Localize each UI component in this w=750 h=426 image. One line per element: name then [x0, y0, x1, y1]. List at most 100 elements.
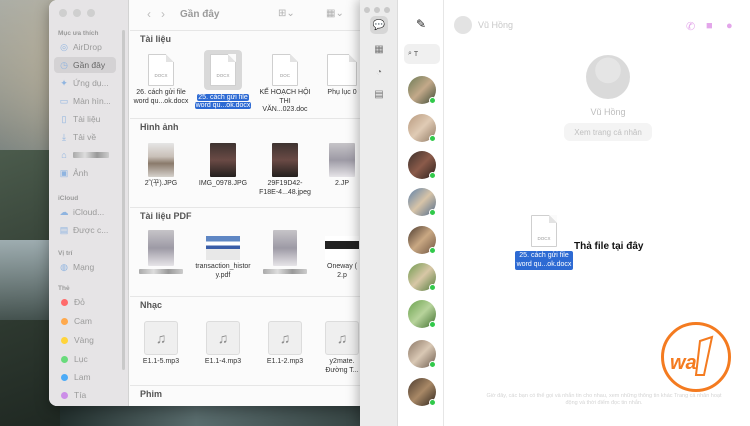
- file-item[interactable]: ♫ E1.1-2.mp3: [256, 321, 314, 367]
- close-button[interactable]: [59, 9, 67, 17]
- desktop-icon: ▭: [59, 95, 69, 106]
- file-item-selected[interactable]: DOCX 25. cách gửi file word qu...ok.docx: [194, 50, 252, 111]
- compose-icon[interactable]: ✎: [416, 17, 426, 31]
- sidebar-item-desktop[interactable]: ▭ Màn hìn...: [54, 93, 116, 109]
- online-indicator: [429, 361, 436, 368]
- view-profile-button[interactable]: Xem trang cá nhân: [564, 123, 652, 141]
- music-note-icon: ♫: [325, 321, 359, 355]
- sidebar-tag-red[interactable]: Đỏ: [54, 294, 116, 310]
- file-item[interactable]: IMG_0978.JPG: [194, 143, 252, 189]
- file-item[interactable]: [132, 230, 190, 278]
- pdf-thumbnail: [325, 236, 359, 260]
- apps-icon: ✦: [60, 77, 68, 88]
- file-item[interactable]: Oneway ( 2.p: [318, 236, 366, 280]
- logo-slash: [694, 335, 714, 376]
- file-item[interactable]: DOC KẾ HOẠCH HỘI THI VĂN...023.doc: [256, 54, 314, 115]
- sidebar-item-label: Cam: [74, 316, 92, 326]
- file-item[interactable]: 29F19D42- F18E-4...48.jpeg: [256, 143, 314, 197]
- chats-icon[interactable]: 💬: [370, 16, 388, 34]
- home-icon: ⌂: [61, 150, 67, 160]
- sidebar-item-downloads[interactable]: ⤓ Tải về: [54, 129, 116, 145]
- online-indicator: [429, 97, 436, 104]
- sidebar-item-label: Gần đây: [73, 60, 106, 70]
- file-name: E1.1-4.mp3: [204, 358, 242, 365]
- minimize-button[interactable]: [374, 7, 380, 13]
- file-item[interactable]: transaction_histor y.pdf: [194, 236, 252, 280]
- file-item[interactable]: 2.JP: [318, 143, 366, 189]
- avatar[interactable]: [454, 16, 472, 34]
- profile-avatar: [586, 55, 630, 99]
- tag-dot-icon: [61, 391, 68, 399]
- file-name: Phụ lục 0: [327, 89, 357, 96]
- sidebar-tag-blue[interactable]: Lam: [54, 369, 116, 385]
- marketplace-icon[interactable]: ▦: [370, 40, 388, 58]
- forward-arrow-icon[interactable]: ›: [156, 7, 170, 21]
- sidebar-item-label: Được c...: [73, 225, 109, 235]
- pdf-thumbnail: [273, 230, 297, 266]
- file-item[interactable]: 2̃ (꾸).JPG: [132, 143, 190, 189]
- file-name: y.pdf: [215, 271, 231, 279]
- phone-icon[interactable]: ✆: [686, 20, 695, 33]
- file-item[interactable]: ♫ E1.1-4.mp3: [194, 321, 252, 367]
- minimize-button[interactable]: [73, 9, 81, 17]
- window-title: Gần đây: [180, 8, 220, 20]
- sidebar-tag-green[interactable]: Lục: [54, 351, 116, 367]
- docx-file-icon: DOCX: [210, 54, 236, 86]
- requests-icon[interactable]: ◔: [370, 63, 388, 81]
- airdrop-icon: ◎: [60, 41, 68, 52]
- image-thumbnail: [148, 143, 174, 177]
- file-name: word qu...ok.docx: [194, 102, 252, 109]
- cloud-icon: ☁: [59, 206, 69, 217]
- sidebar-tag-orange[interactable]: Cam: [54, 313, 116, 329]
- view-grid-icon[interactable]: ⊞⌄: [278, 8, 295, 19]
- zoom-button[interactable]: [87, 9, 95, 17]
- tag-dot-icon: [61, 373, 68, 381]
- sidebar-item-documents[interactable]: ▯ Tài liệu: [54, 111, 116, 127]
- dragged-file[interactable]: DOCX 25. cách gửi file word qu...ok.docx: [514, 215, 574, 270]
- contact-name[interactable]: Vũ Hồng: [478, 20, 513, 30]
- online-indicator: [429, 209, 436, 216]
- docx-file-icon: DOCX: [148, 54, 174, 86]
- tag-dot-icon: [61, 355, 68, 363]
- sidebar-item-label: Tía: [74, 390, 87, 400]
- profile-name: Vũ Hồng: [590, 107, 626, 117]
- search-icon: ⌕: [408, 50, 412, 57]
- sidebar-section-tags: Thẻ: [58, 285, 70, 292]
- sidebar-section-locations: Vị trí: [58, 250, 73, 257]
- sidebar-item-applications[interactable]: ✦ Ứng dụ...: [54, 75, 116, 91]
- spreadsheet-file-icon: [327, 54, 357, 86]
- file-item[interactable]: ♫ E1.1-5.mp3: [132, 321, 190, 367]
- online-indicator: [429, 247, 436, 254]
- document-icon: ▯: [61, 113, 67, 124]
- file-item[interactable]: ♫ y2mate. Đường T...: [318, 321, 366, 375]
- sidebar-item-label: Đỏ: [74, 297, 85, 307]
- sidebar-item-recents[interactable]: ◷ Gần đây: [54, 57, 116, 73]
- video-call-icon[interactable]: ■: [706, 20, 713, 32]
- close-button[interactable]: [364, 7, 370, 13]
- info-icon[interactable]: ●: [726, 20, 733, 32]
- sidebar-item-label: Tài liệu: [73, 114, 101, 124]
- image-thumbnail: [272, 143, 298, 177]
- sidebar-item-label: Ảnh: [73, 168, 89, 178]
- finder-window: Mục ưa thích ◎ AirDrop ◷ Gần đây ✦ Ứng d…: [49, 0, 367, 406]
- back-arrow-icon[interactable]: ‹: [142, 7, 156, 21]
- sidebar-item-home[interactable]: ⌂: [54, 147, 116, 163]
- file-item[interactable]: [256, 230, 314, 278]
- music-note-icon: ♫: [144, 321, 178, 355]
- group-by-icon[interactable]: ▦⌄: [326, 8, 344, 19]
- file-item[interactable]: Phụ lục 0: [318, 54, 366, 98]
- search-input[interactable]: ⌕ T: [404, 44, 440, 64]
- sidebar-tag-purple[interactable]: Tía: [54, 387, 116, 403]
- sidebar-item-photos[interactable]: ▣ Ảnh: [54, 165, 116, 181]
- finder-sidebar: Mục ưa thích ◎ AirDrop ◷ Gần đây ✦ Ứng d…: [49, 0, 129, 406]
- archive-icon[interactable]: ▤: [370, 85, 388, 103]
- sidebar-item-shared[interactable]: ▤ Được c...: [54, 222, 116, 238]
- zoom-button[interactable]: [384, 7, 390, 13]
- tag-dot-icon: [61, 298, 68, 306]
- sidebar-item-network[interactable]: ◍ Mạng: [54, 259, 116, 275]
- sidebar-item-airdrop[interactable]: ◎ AirDrop: [54, 39, 116, 55]
- sidebar-scrollbar[interactable]: [122, 30, 125, 370]
- sidebar-item-icloud-drive[interactable]: ☁ iCloud...: [54, 204, 116, 220]
- file-item[interactable]: DOCX 26. cách gửi file word qu...ok.docx: [132, 54, 190, 106]
- sidebar-tag-yellow[interactable]: Vàng: [54, 332, 116, 348]
